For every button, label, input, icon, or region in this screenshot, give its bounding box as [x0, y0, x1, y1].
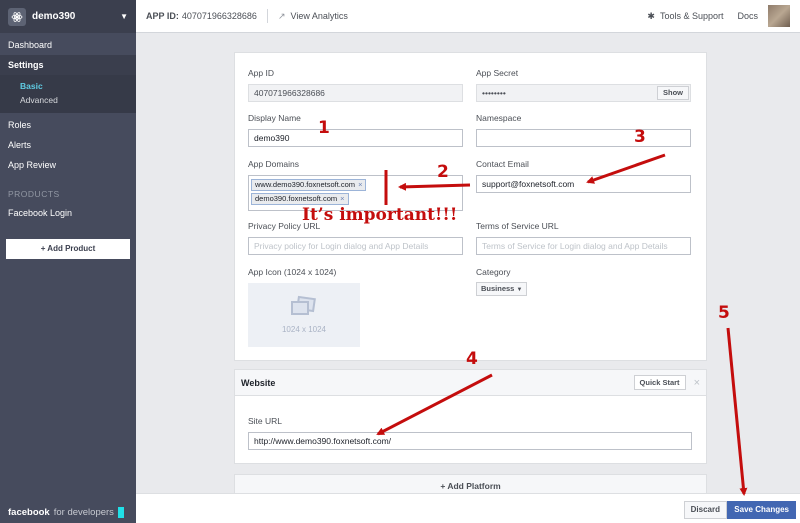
display-name-label: Display Name [248, 113, 301, 123]
namespace-field: Namespace [476, 113, 691, 147]
app-switcher[interactable]: demo390 ▼ [0, 0, 136, 33]
contact-email-label: Contact Email [476, 159, 529, 169]
site-url-input[interactable]: http://www.demo390.foxnetsoft.com/ [248, 432, 692, 450]
sidebar-item-roles[interactable]: Roles [0, 115, 136, 135]
app-icon-field: App Icon (1024 x 1024) 1024 x 1024 [248, 267, 360, 347]
tos-url-input[interactable]: Terms of Service for Login dialog and Ap… [476, 237, 691, 255]
contact-email-input[interactable]: support@foxnetsoft.com [476, 175, 691, 193]
docs-link[interactable]: Docs [737, 11, 758, 21]
annotation-number-3: 3 [634, 127, 646, 147]
discard-button[interactable]: Discard [683, 501, 727, 519]
app-name: demo390 [32, 11, 76, 22]
annotation-number-2: 2 [437, 162, 449, 182]
footer-bar: Discard Save Changes [136, 493, 800, 523]
namespace-label: Namespace [476, 113, 522, 123]
app-secret-field: App Secret •••••••• Show [476, 68, 691, 102]
bug-icon: ✱ [647, 10, 655, 21]
save-changes-button[interactable]: Save Changes [727, 501, 796, 519]
trend-up-icon: ↗ [277, 10, 286, 21]
add-product-button[interactable]: + Add Product [6, 239, 130, 259]
site-url-field: Site URL http://www.demo390.foxnetsoft.c… [248, 416, 692, 450]
app-logo-icon [8, 7, 26, 26]
annotation-number-1: 1 [318, 118, 330, 138]
domain-tag: demo390.foxnetsoft.com × [251, 193, 349, 205]
app-icon-size-text: 1024 x 1024 [281, 324, 327, 334]
main-content: App ID 407071966328686 App Secret ••••••… [136, 33, 800, 523]
annotation-number-4: 4 [466, 349, 478, 369]
close-icon[interactable]: × [694, 377, 700, 389]
sidebar-subitem-advanced[interactable]: Advanced [0, 93, 136, 107]
for-developers-text: for developers [53, 507, 114, 518]
domain-tag: www.demo390.foxnetsoft.com × [251, 179, 367, 191]
app-domains-label: App Domains [248, 159, 300, 169]
remove-tag-icon[interactable]: × [340, 194, 344, 203]
sidebar-item-facebook-login[interactable]: Facebook Login [0, 203, 136, 223]
sidebar-item-app-review[interactable]: App Review [0, 155, 136, 175]
avatar[interactable] [768, 5, 790, 27]
display-name-field: Display Name demo390 [248, 113, 463, 147]
settings-submenu: Basic Advanced [0, 75, 136, 113]
tos-url-field: Terms of Service URL Terms of Service fo… [476, 221, 691, 255]
sidebar-subitem-basic[interactable]: Basic [0, 79, 136, 93]
sidebar-item-dashboard[interactable]: Dashboard [0, 35, 136, 55]
divider [266, 9, 268, 23]
category-select[interactable]: Business ▼ [476, 282, 528, 296]
domain-tag-text: demo390.foxnetsoft.com [255, 194, 338, 203]
tools-support-label: Tools & Support [659, 11, 724, 21]
website-title: Website [241, 377, 276, 388]
sidebar: demo390 ▼ Dashboard Settings Basic Advan… [0, 0, 136, 523]
category-label: Category [476, 267, 511, 277]
namespace-input[interactable] [476, 129, 691, 147]
app-id-label: APP ID: [146, 11, 179, 21]
chevron-down-icon: ▼ [516, 287, 523, 293]
category-field: Category Business ▼ [476, 267, 528, 296]
tools-support-link[interactable]: ✱ Tools & Support [647, 11, 723, 22]
annotation-important-text: It’s important!!! [302, 205, 458, 225]
app-secret-label: App Secret [476, 68, 519, 78]
app-id-field: App ID 407071966328686 [248, 68, 463, 102]
sidebar-item-alerts[interactable]: Alerts [0, 135, 136, 155]
app-icon-label: App Icon (1024 x 1024) [248, 267, 337, 277]
sidebar-item-settings[interactable]: Settings [0, 55, 136, 75]
chevron-down-icon[interactable]: ▼ [120, 12, 128, 21]
app-id-field-label: App ID [248, 68, 274, 78]
site-url-label: Site URL [248, 416, 283, 426]
app-id-value: 407071966328686 [181, 11, 257, 21]
app-id-input[interactable]: 407071966328686 [248, 84, 463, 102]
app-icon-upload[interactable]: 1024 x 1024 [248, 283, 360, 347]
category-value: Business [481, 284, 515, 293]
image-placeholder-icon [291, 295, 317, 317]
facebook-developers-logo[interactable]: facebook for developers [8, 507, 124, 518]
app-domains-field: App Domains www.demo390.foxnetsoft.com × … [248, 159, 463, 211]
website-header: Website Quick Start × [235, 370, 706, 396]
view-analytics-label: View Analytics [290, 11, 348, 21]
show-secret-button[interactable]: Show [657, 86, 689, 100]
privacy-url-input[interactable]: Privacy policy for Login dialog and App … [248, 237, 463, 255]
cursor-bar-icon [117, 507, 124, 518]
quick-start-button[interactable]: Quick Start [633, 375, 686, 390]
privacy-url-field: Privacy Policy URL Privacy policy for Lo… [248, 221, 463, 255]
facebook-wordmark: facebook [8, 507, 50, 518]
tos-url-label: Terms of Service URL [476, 221, 559, 231]
remove-tag-icon[interactable]: × [358, 180, 362, 189]
domain-tag-text: www.demo390.foxnetsoft.com [255, 180, 356, 189]
display-name-input[interactable]: demo390 [248, 129, 463, 147]
contact-email-field: Contact Email support@foxnetsoft.com [476, 159, 691, 193]
app-secret-input[interactable]: •••••••• Show [476, 84, 691, 102]
top-bar: APP ID: 407071966328686 ↗ View Analytics… [136, 0, 800, 33]
website-panel: Website Quick Start × Site URL http://ww… [234, 369, 707, 464]
view-analytics-link[interactable]: ↗ View Analytics [278, 11, 348, 22]
products-heading: PRODUCTS [8, 189, 60, 199]
app-secret-value: •••••••• [482, 88, 506, 98]
annotation-number-5: 5 [718, 303, 730, 323]
